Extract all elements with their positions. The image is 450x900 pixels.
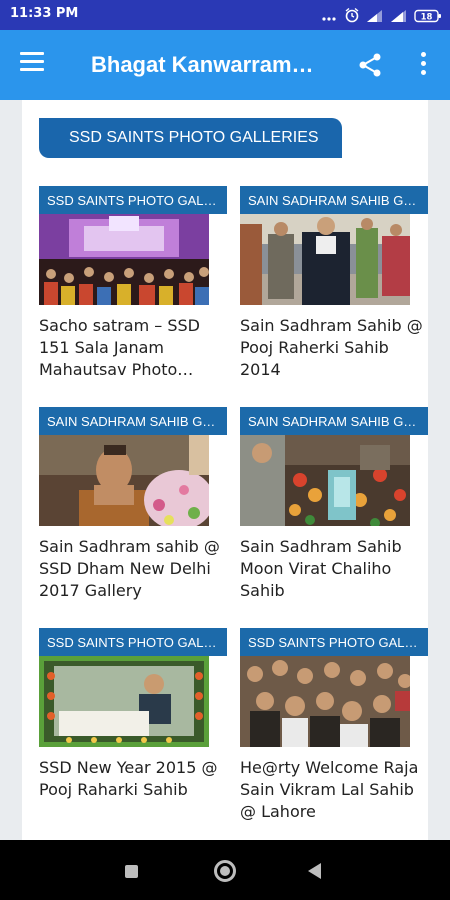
signal-icon <box>390 8 408 27</box>
category-badge[interactable]: SAIN SADHRAM SAHIB G… <box>240 407 428 435</box>
gallery-thumbnail[interactable] <box>240 656 410 747</box>
gallery-thumbnail[interactable] <box>39 656 209 747</box>
menu-icon[interactable] <box>20 52 46 78</box>
category-badge[interactable]: SAIN SADHRAM SAHIB G… <box>39 407 227 435</box>
recent-apps-icon[interactable] <box>125 865 138 878</box>
back-icon[interactable] <box>308 863 321 879</box>
app-bar: Bhagat Kanwarram… <box>0 30 450 100</box>
section-title: SSD SAINTS PHOTO GALLERIES <box>69 129 319 146</box>
gallery-thumbnail[interactable] <box>39 214 209 305</box>
status-bar: 11:33 PM 18 <box>0 0 450 30</box>
signal-icon <box>366 8 384 27</box>
share-icon[interactable] <box>357 52 383 78</box>
gallery-thumbnail[interactable] <box>240 435 410 526</box>
battery-level: 18 <box>421 12 433 22</box>
more-options-icon[interactable] <box>418 52 428 78</box>
gallery-thumbnail[interactable] <box>240 214 410 305</box>
category-badge[interactable]: SSD SAINTS PHOTO GAL… <box>39 186 227 214</box>
gallery-title[interactable]: Sain Sadhram Sahib Moon Virat Chaliho Sa… <box>240 536 425 602</box>
gallery-thumbnail[interactable] <box>39 435 209 526</box>
section-header: SSD SAINTS PHOTO GALLERIES <box>39 118 342 158</box>
home-icon[interactable] <box>214 860 236 882</box>
gallery-title[interactable]: Sain Sadhram sahib @ SSD Dham New Delhi … <box>39 536 224 602</box>
category-badge[interactable]: SAIN SADHRAM SAHIB G… <box>240 186 428 214</box>
battery-icon: 18 <box>414 8 442 27</box>
category-badge[interactable]: SSD SAINTS PHOTO GAL… <box>39 628 227 656</box>
gallery-title[interactable]: Sain Sadhram Sahib @ Pooj Raherki Sahib … <box>240 315 425 381</box>
status-icons: 18 <box>322 7 442 27</box>
status-time: 11:33 PM <box>10 6 79 21</box>
alarm-icon <box>344 7 360 27</box>
app-title: Bhagat Kanwarram… <box>91 52 314 77</box>
system-nav-bar <box>0 840 450 900</box>
gallery-title[interactable]: He@rty Welcome Raja Sain Vikram Lal Sahi… <box>240 757 425 823</box>
content-area: SSD SAINTS PHOTO GALLERIES SSD SAINTS PH… <box>22 100 428 840</box>
gallery-title[interactable]: SSD New Year 2015 @ Pooj Raharki Sahib <box>39 757 224 801</box>
dots-icon <box>322 8 338 27</box>
category-badge[interactable]: SSD SAINTS PHOTO GAL… <box>240 628 428 656</box>
gallery-title[interactable]: Sacho satram – SSD 151 Sala Janam Mahaut… <box>39 315 224 381</box>
